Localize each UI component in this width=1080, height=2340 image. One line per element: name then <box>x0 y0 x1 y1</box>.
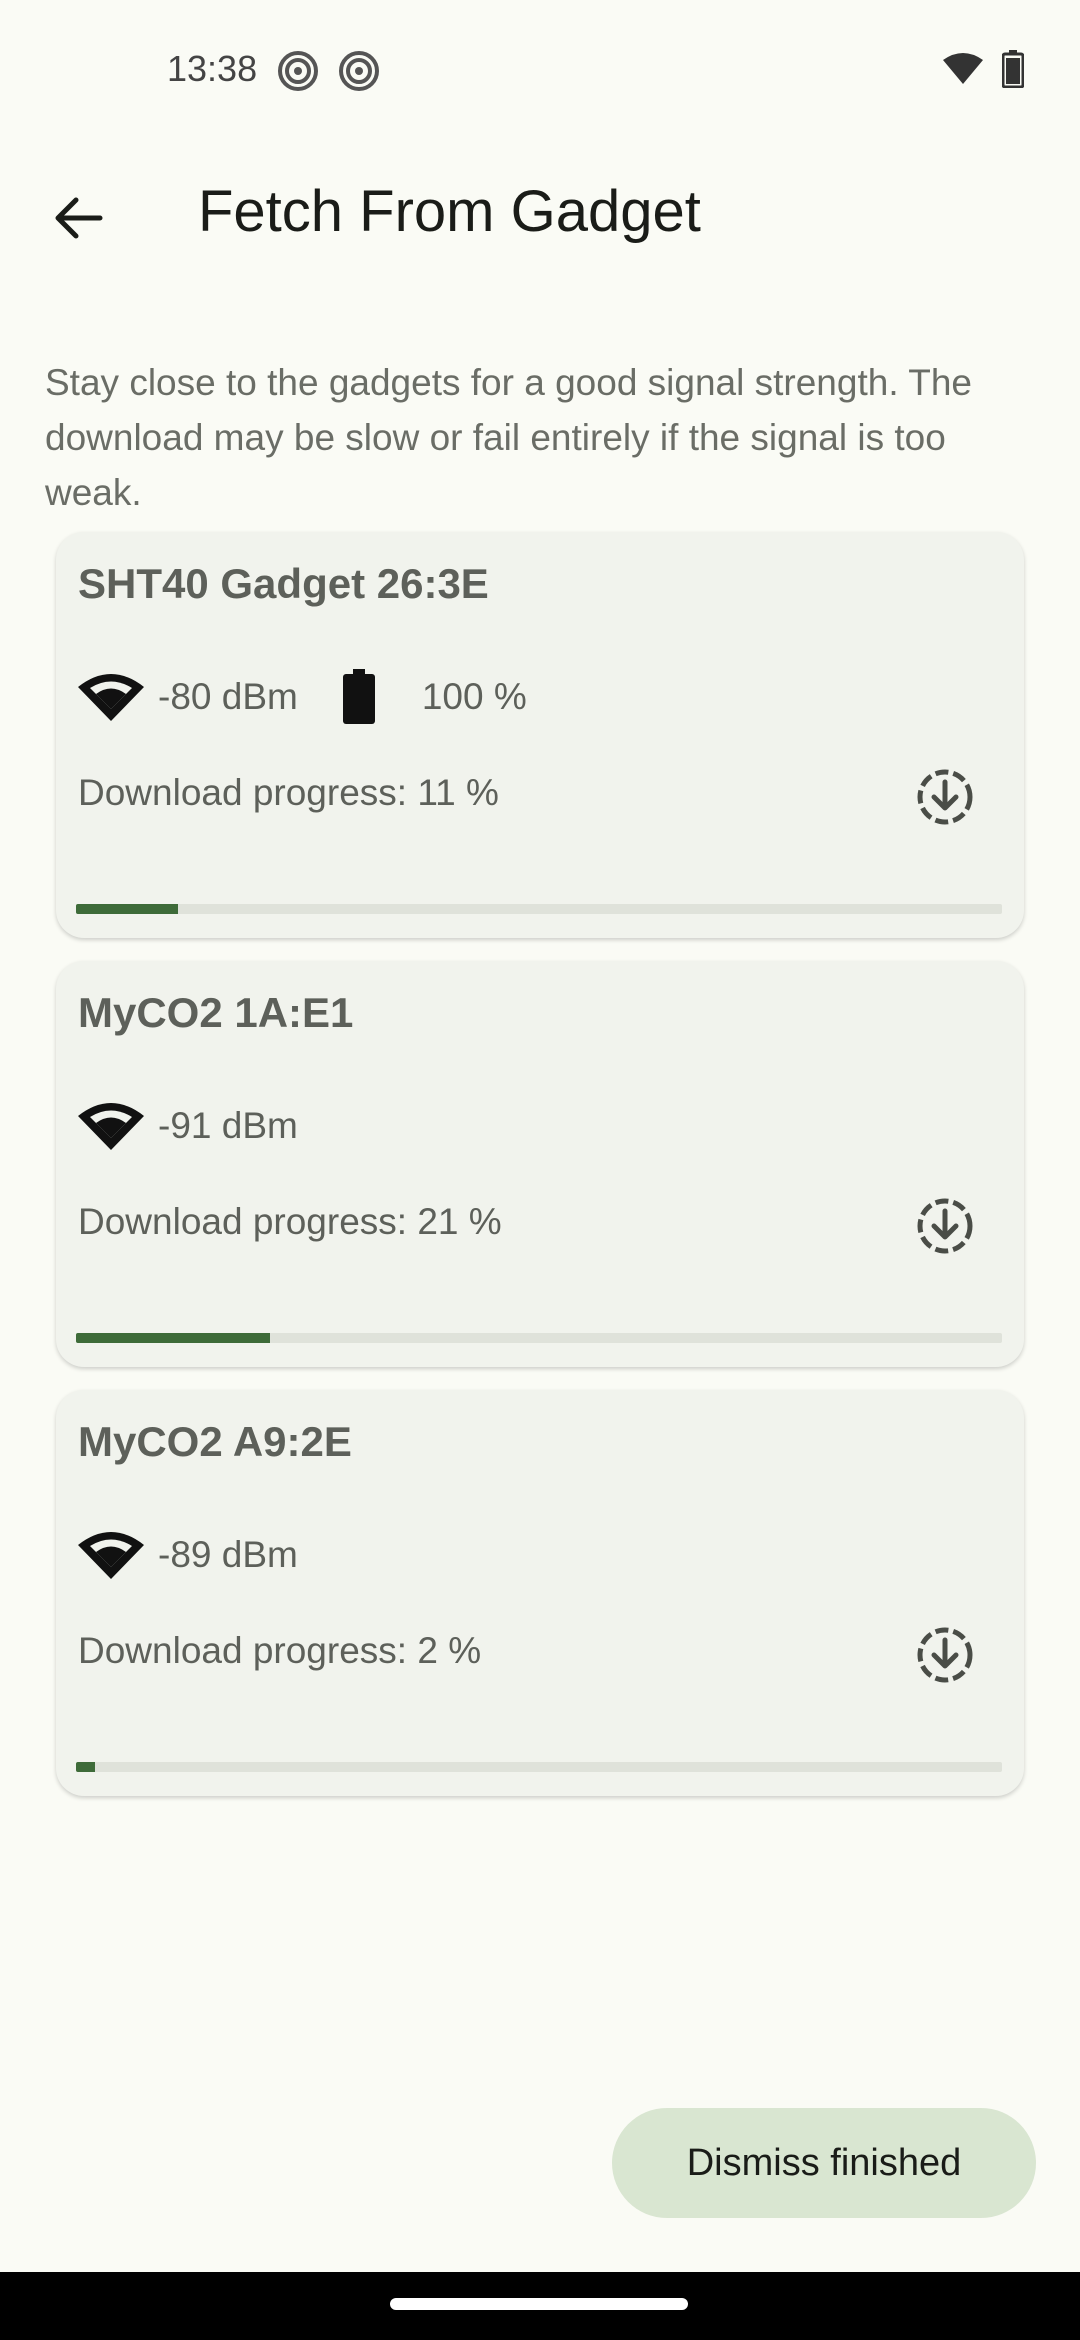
intro-text: Stay close to the gadgets for a good sig… <box>45 362 972 513</box>
signal-icon <box>78 674 144 721</box>
home-handle[interactable] <box>390 2298 688 2310</box>
app-bar: Fetch From Gadget <box>0 150 1080 270</box>
battery-icon <box>342 669 375 724</box>
gadget-name: SHT40 Gadget 26:3E <box>78 560 489 607</box>
signal-strength: -89 dBm <box>158 1534 298 1575</box>
status-bar: 13:38 <box>0 0 1080 140</box>
signal-icon <box>78 1532 144 1579</box>
hotspot-icon <box>339 51 379 91</box>
wifi-icon <box>943 53 983 84</box>
download-progress-text: Download progress: 2 % <box>78 1630 482 1671</box>
dismiss-finished-button[interactable]: Dismiss finished <box>612 2108 1036 2218</box>
download-progress-bar <box>76 1762 1002 1772</box>
progress-fill <box>76 904 178 914</box>
progress-fill <box>76 1762 95 1772</box>
system-nav-bar <box>0 2272 1080 2340</box>
download-icon <box>917 1627 973 1683</box>
gadget-info-row: -89 dBm <box>76 1525 298 1585</box>
gadget-card: SHT40 Gadget 26:3E -80 dBm 100 % Downloa… <box>56 532 1024 938</box>
arrow-left-icon <box>55 197 103 239</box>
download-icon <box>917 1198 973 1254</box>
gadget-info-row: -91 dBm <box>76 1096 298 1156</box>
signal-icon <box>78 1103 144 1150</box>
download-icon <box>917 769 973 825</box>
download-button[interactable] <box>906 1187 984 1265</box>
download-progress-text: Download progress: 21 % <box>78 1201 502 1242</box>
page-title: Fetch From Gadget <box>198 179 701 244</box>
gadget-card: MyCO2 A9:2E -89 dBm Download progress: 2… <box>56 1390 1024 1796</box>
download-button[interactable] <box>906 758 984 836</box>
hotspot-icon <box>278 51 318 91</box>
gadget-name: MyCO2 1A:E1 <box>78 989 354 1036</box>
battery-level: 100 % <box>421 676 527 717</box>
gadget-card: MyCO2 1A:E1 -91 dBm Download progress: 2… <box>56 961 1024 1367</box>
signal-strength: -80 dBm <box>158 676 298 717</box>
signal-strength: -91 dBm <box>158 1105 298 1146</box>
status-time: 13:38 <box>167 48 258 89</box>
progress-fill <box>76 1333 271 1343</box>
back-button[interactable] <box>38 178 118 258</box>
download-progress-text: Download progress: 11 % <box>78 772 499 813</box>
gadget-name: MyCO2 A9:2E <box>78 1418 352 1465</box>
download-button[interactable] <box>906 1616 984 1694</box>
status-right-icons <box>942 50 1024 88</box>
download-progress-bar <box>76 1333 1002 1343</box>
battery-icon <box>1002 50 1024 88</box>
gadget-info-row: -80 dBm 100 % <box>76 667 527 727</box>
download-progress-bar <box>76 904 1002 914</box>
